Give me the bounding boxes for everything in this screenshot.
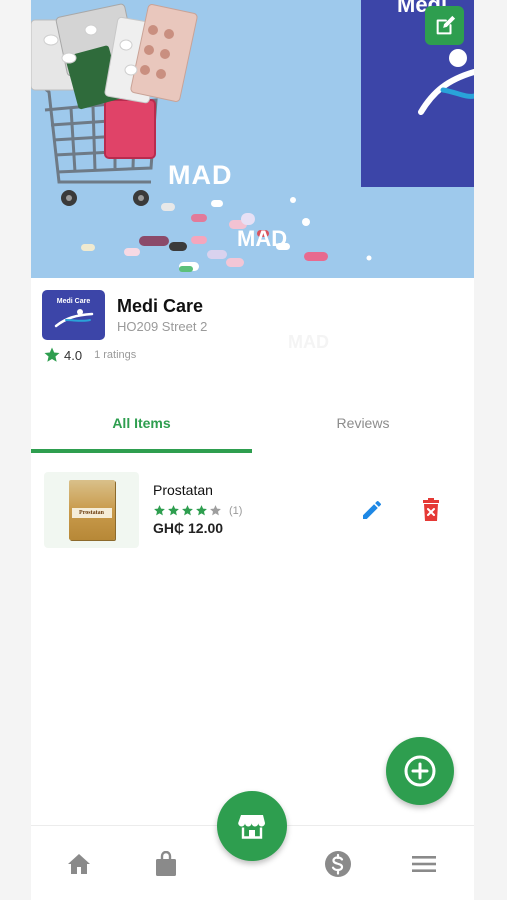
nav-home[interactable] bbox=[63, 848, 95, 880]
star-icon bbox=[168, 505, 179, 516]
star-icon bbox=[182, 505, 193, 516]
tab-all-items[interactable]: All Items bbox=[31, 398, 252, 448]
product-price: GH₵ 12.00 bbox=[153, 520, 224, 536]
store-tabs: All Items Reviews bbox=[31, 398, 474, 454]
trash-icon bbox=[423, 498, 439, 521]
store-logo: Medi Care bbox=[42, 290, 105, 340]
product-image: Prostatan bbox=[44, 472, 139, 548]
delete-product-button[interactable] bbox=[417, 496, 445, 524]
edit-product-button[interactable] bbox=[358, 496, 386, 524]
product-name: Prostatan bbox=[153, 482, 213, 498]
menu-icon bbox=[412, 856, 436, 872]
tab-indicator bbox=[31, 449, 252, 453]
product-rating-count: (1) bbox=[229, 504, 243, 517]
app-screen: MAD MAD Medi Medi Care Medi Care HO209 S… bbox=[31, 0, 474, 900]
star-icon bbox=[44, 347, 60, 362]
store-rating: 4.0 1 ratings bbox=[43, 346, 136, 364]
pencil-icon bbox=[363, 501, 381, 519]
page-watermark: MAD bbox=[288, 332, 329, 352]
star-icon bbox=[196, 505, 207, 516]
store-banner: MAD MAD Medi bbox=[31, 0, 474, 278]
store-rating-value: 4.0 bbox=[64, 347, 83, 363]
banner-watermark-small: MAD bbox=[237, 226, 288, 251]
list-item[interactable]: Prostatan Prostatan (1) GH₵ 12.00 bbox=[44, 472, 464, 550]
storefront-icon bbox=[238, 815, 265, 839]
tab-reviews[interactable]: Reviews bbox=[252, 398, 474, 448]
shopping-bag-icon bbox=[156, 851, 176, 876]
star-empty-icon bbox=[210, 505, 221, 516]
nav-shop[interactable] bbox=[150, 848, 182, 880]
star-icon bbox=[154, 505, 165, 516]
edit-square-icon bbox=[436, 15, 455, 34]
plus-circle-icon bbox=[404, 755, 436, 787]
product-box-label: Prostatan bbox=[71, 508, 112, 518]
home-icon bbox=[68, 854, 90, 874]
edit-banner-button[interactable] bbox=[425, 6, 464, 45]
add-product-button[interactable] bbox=[386, 737, 454, 805]
nav-earnings[interactable] bbox=[322, 848, 354, 880]
product-rating: (1) bbox=[153, 504, 242, 517]
store-ratings-count: 1 ratings bbox=[94, 349, 137, 361]
product-box-illustration: Prostatan bbox=[68, 480, 115, 540]
store-name: Medi Care bbox=[117, 296, 204, 316]
store-logo-swoosh-icon bbox=[54, 309, 94, 328]
nav-store-button[interactable] bbox=[217, 791, 287, 861]
banner-watermark: MAD bbox=[168, 160, 233, 190]
nav-menu[interactable] bbox=[408, 848, 440, 880]
store-address: HO209 Street 2 bbox=[117, 319, 208, 334]
dollar-circle-icon bbox=[325, 851, 351, 877]
